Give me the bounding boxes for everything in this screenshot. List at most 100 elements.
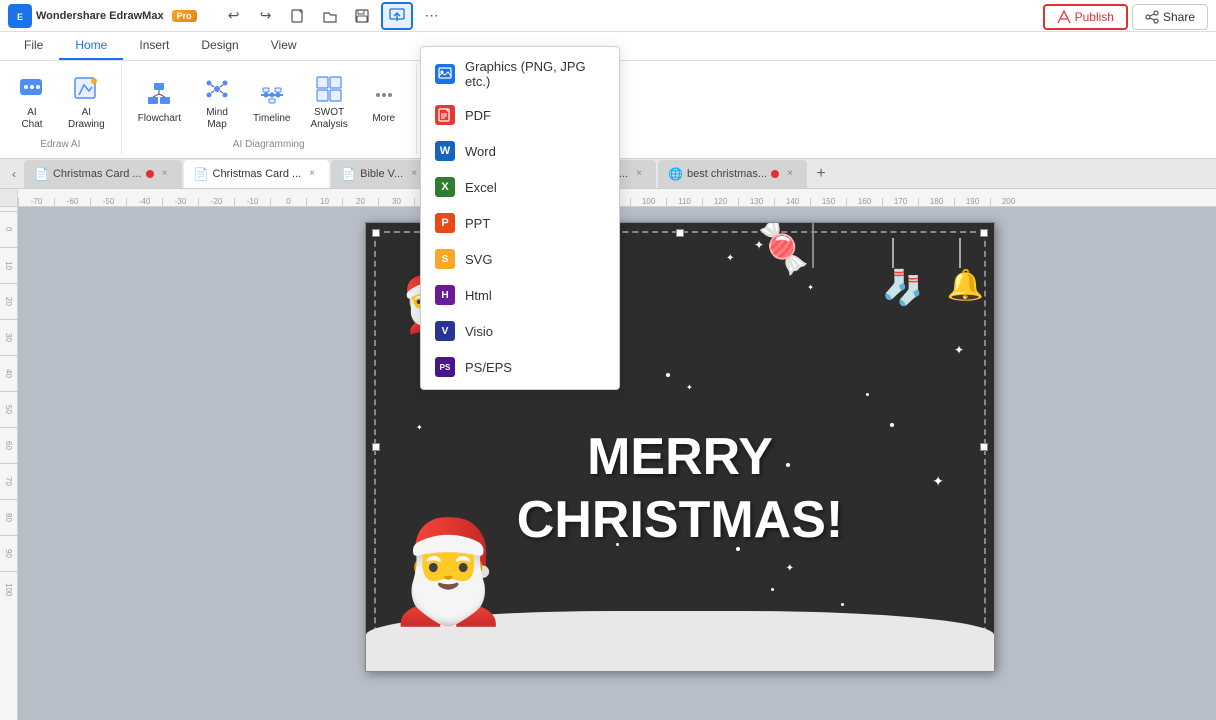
ribbon-item-aichat[interactable]: AIChat bbox=[8, 69, 56, 135]
tab-bible[interactable]: 📄 Bible V... × bbox=[331, 160, 431, 188]
publish-label: Publish bbox=[1075, 10, 1114, 24]
star11: ✦ bbox=[686, 383, 693, 392]
ribbon-item-aidrawing[interactable]: AIDrawing bbox=[60, 69, 113, 135]
svg-text:E: E bbox=[17, 12, 23, 22]
star8: ✦ bbox=[932, 473, 944, 490]
ribbon-ai-items: AIChat AIDrawing bbox=[8, 69, 113, 135]
star5: ✦ bbox=[807, 283, 814, 292]
tab-christmas2[interactable]: 📄 Christmas Card ... × bbox=[184, 160, 330, 188]
handle-tl[interactable] bbox=[372, 229, 380, 237]
redo-button[interactable]: ↪ bbox=[253, 3, 279, 29]
publish-button[interactable]: Publish bbox=[1043, 4, 1128, 30]
ruler-corner bbox=[0, 189, 18, 207]
tab6-modified bbox=[771, 170, 779, 178]
menu-item-ppt[interactable]: P PPT bbox=[421, 205, 619, 241]
tab-christmas1[interactable]: 📄 Christmas Card ... × bbox=[24, 160, 182, 188]
app-name: Wondershare EdrawMax bbox=[36, 10, 164, 22]
visio-icon: V bbox=[435, 321, 455, 341]
tab-file[interactable]: File bbox=[8, 32, 59, 60]
more1-label: More bbox=[372, 113, 395, 125]
handle-tr[interactable] bbox=[980, 229, 988, 237]
ribbon-item-more1[interactable]: More bbox=[360, 75, 408, 129]
visio-label: Visio bbox=[465, 324, 493, 339]
snow2 bbox=[666, 373, 670, 377]
tab3-icon: 📄 bbox=[341, 167, 356, 181]
tab-design[interactable]: Design bbox=[185, 32, 254, 60]
svg-icon: S bbox=[435, 249, 455, 269]
snow9 bbox=[771, 588, 774, 591]
tab1-modified bbox=[146, 170, 154, 178]
star7: ✦ bbox=[416, 423, 423, 432]
menu-item-html[interactable]: H Html bbox=[421, 277, 619, 313]
tab2-label: Christmas Card ... bbox=[213, 168, 302, 180]
snow7 bbox=[866, 393, 869, 396]
pseps-icon: PS bbox=[435, 357, 455, 377]
menu-item-excel[interactable]: X Excel bbox=[421, 169, 619, 205]
export-dropdown: Graphics (PNG, JPG etc.) PDF W Word X Ex… bbox=[420, 46, 620, 390]
timeline-label: Timeline bbox=[253, 113, 290, 125]
christmas-text: MERRYCHRISTMAS! bbox=[517, 426, 843, 551]
flowchart-icon bbox=[143, 79, 175, 111]
tab-insert[interactable]: Insert bbox=[123, 32, 185, 60]
candy-cane: 🍬 bbox=[748, 222, 820, 282]
swot-icon bbox=[313, 73, 345, 105]
menu-item-graphics[interactable]: Graphics (PNG, JPG etc.) bbox=[421, 51, 619, 97]
ribbon-item-swot[interactable]: SWOTAnalysis bbox=[302, 69, 355, 135]
diagramming-group-label: AI Diagramming bbox=[233, 139, 305, 150]
tab-nav-prev[interactable]: ‹ bbox=[4, 164, 24, 184]
export-button[interactable] bbox=[381, 2, 413, 30]
ppt-icon: P bbox=[435, 213, 455, 233]
tab1-close[interactable]: × bbox=[158, 167, 172, 181]
html-icon: H bbox=[435, 285, 455, 305]
swot-label: SWOTAnalysis bbox=[310, 107, 347, 131]
ribbon-item-mindmap[interactable]: MindMap bbox=[193, 69, 241, 135]
star10: ✦ bbox=[786, 563, 794, 574]
ruler-vertical: 0 10 20 30 40 50 60 70 80 90 100 bbox=[0, 207, 18, 720]
more1-icon bbox=[368, 79, 400, 111]
handle-tc[interactable] bbox=[676, 229, 684, 237]
stocking-icon: 🧦 bbox=[882, 268, 924, 308]
handle-ml[interactable] bbox=[372, 443, 380, 451]
handle-mr[interactable] bbox=[980, 443, 988, 451]
ribbon-item-flowchart[interactable]: Flowchart bbox=[130, 75, 189, 129]
more-actions-button[interactable]: ⋯ bbox=[419, 3, 445, 29]
new-button[interactable] bbox=[285, 3, 311, 29]
ribbon-item-timeline[interactable]: Timeline bbox=[245, 75, 298, 129]
word-icon: W bbox=[435, 141, 455, 161]
pseps-label: PS/EPS bbox=[465, 360, 512, 375]
share-button[interactable]: Share bbox=[1132, 4, 1208, 30]
tab6-close[interactable]: × bbox=[783, 167, 797, 181]
tab6-icon: 🌐 bbox=[668, 167, 683, 181]
tab2-close[interactable]: × bbox=[305, 167, 319, 181]
ribbon-group-ai: AIChat AIDrawing Edraw AI bbox=[0, 65, 122, 154]
bells-icon: 🔔 bbox=[947, 268, 984, 303]
menu-item-pseps[interactable]: PS PS/EPS bbox=[421, 349, 619, 385]
timeline-icon bbox=[256, 79, 288, 111]
undo-button[interactable]: ↩ bbox=[221, 3, 247, 29]
menu-item-pdf[interactable]: PDF bbox=[421, 97, 619, 133]
menu-item-svg[interactable]: S SVG bbox=[421, 241, 619, 277]
menu-item-word[interactable]: W Word bbox=[421, 133, 619, 169]
tab6-label: best christmas... bbox=[687, 168, 767, 180]
tab5-close[interactable]: × bbox=[632, 167, 646, 181]
star4: ✦ bbox=[726, 253, 734, 264]
menu-item-visio[interactable]: V Visio bbox=[421, 313, 619, 349]
tab-best2[interactable]: 🌐 best christmas... × bbox=[658, 160, 807, 188]
save-button[interactable] bbox=[349, 3, 375, 29]
tab-add-button[interactable]: + bbox=[809, 162, 833, 186]
open-button[interactable] bbox=[317, 3, 343, 29]
tab-view[interactable]: View bbox=[255, 32, 313, 60]
tab3-label: Bible V... bbox=[360, 168, 403, 180]
ai-group-label: Edraw AI bbox=[40, 139, 80, 150]
mindmap-icon bbox=[201, 73, 233, 105]
snow4 bbox=[616, 543, 619, 546]
word-label: Word bbox=[465, 144, 496, 159]
star6: ✦ bbox=[954, 343, 964, 357]
svg-label: SVG bbox=[465, 252, 492, 267]
pdf-icon bbox=[435, 105, 455, 125]
snow3 bbox=[890, 423, 894, 427]
publish-share-area: Publish Share bbox=[1043, 4, 1208, 30]
tab-home[interactable]: Home bbox=[59, 32, 123, 60]
app-logo: E Wondershare EdrawMax Pro bbox=[8, 4, 197, 28]
ruler-v-marks: 0 10 20 30 40 50 60 70 80 90 100 bbox=[0, 211, 17, 607]
